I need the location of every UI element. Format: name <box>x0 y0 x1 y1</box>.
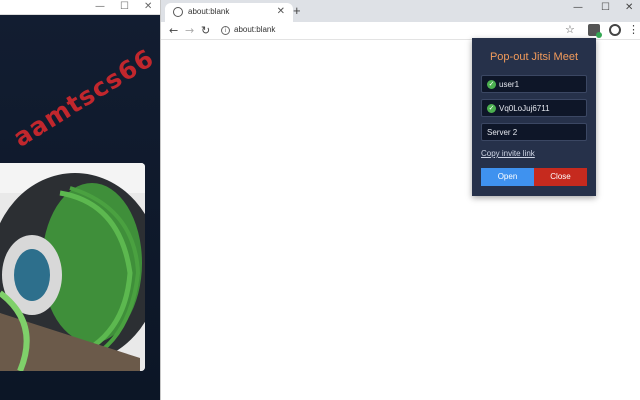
close-button[interactable]: Close <box>534 168 587 186</box>
minimize-button[interactable]: — <box>95 1 105 12</box>
tab-about-blank[interactable]: about:blank ✕ <box>165 3 293 22</box>
extension-status-dot <box>596 32 602 38</box>
copy-invite-link[interactable]: Copy invite link <box>481 149 535 158</box>
check-icon: ✓ <box>487 104 496 113</box>
close-button[interactable]: ✕ <box>144 1 152 12</box>
username-value: user1 <box>499 80 520 89</box>
back-button[interactable]: ← <box>169 24 178 37</box>
tab-close-icon[interactable]: ✕ <box>277 6 285 17</box>
forward-button[interactable]: → <box>185 24 194 37</box>
room-field[interactable]: ✓ Vq0LoJuj6711 <box>481 99 587 117</box>
open-button[interactable]: Open <box>481 168 534 186</box>
room-value: Vq0LoJuj6711 <box>499 104 550 113</box>
bookmark-star-icon[interactable]: ☆ <box>565 23 575 36</box>
background-window: — ☐ ✕ aamtscs66 <box>0 0 160 400</box>
info-icon[interactable]: i <box>221 26 230 35</box>
background-window-titlebar: — ☐ ✕ <box>0 0 160 15</box>
check-icon: ✓ <box>487 80 496 89</box>
cable-spool-photo <box>0 163 145 371</box>
address-bar[interactable]: i about:blank <box>217 24 557 38</box>
minimize-button[interactable]: — <box>573 2 583 13</box>
popup-title: Pop-out Jitsi Meet <box>489 51 579 63</box>
maximize-button[interactable]: ☐ <box>601 2 610 13</box>
menu-icon[interactable]: ⋮ <box>628 23 639 36</box>
tab-strip: about:blank ✕ + — ☐ ✕ <box>161 0 640 22</box>
server-select[interactable]: Server 2 <box>481 123 587 141</box>
new-tab-button[interactable]: + <box>293 4 301 18</box>
server-value: Server 2 <box>487 128 518 137</box>
close-window-button[interactable]: ✕ <box>625 2 633 13</box>
jitsi-extension-icon[interactable] <box>588 24 602 38</box>
reload-button[interactable]: ↻ <box>201 24 210 37</box>
username-field[interactable]: ✓ user1 <box>481 75 587 93</box>
profile-icon[interactable] <box>609 24 621 36</box>
maximize-button[interactable]: ☐ <box>120 1 129 12</box>
url-text[interactable]: about:blank <box>234 25 275 34</box>
jitsi-popup: Pop-out Jitsi Meet ✓ user1 ✓ Vq0LoJuj671… <box>472 38 596 196</box>
globe-icon <box>173 7 183 17</box>
tab-title: about:blank <box>188 7 230 16</box>
